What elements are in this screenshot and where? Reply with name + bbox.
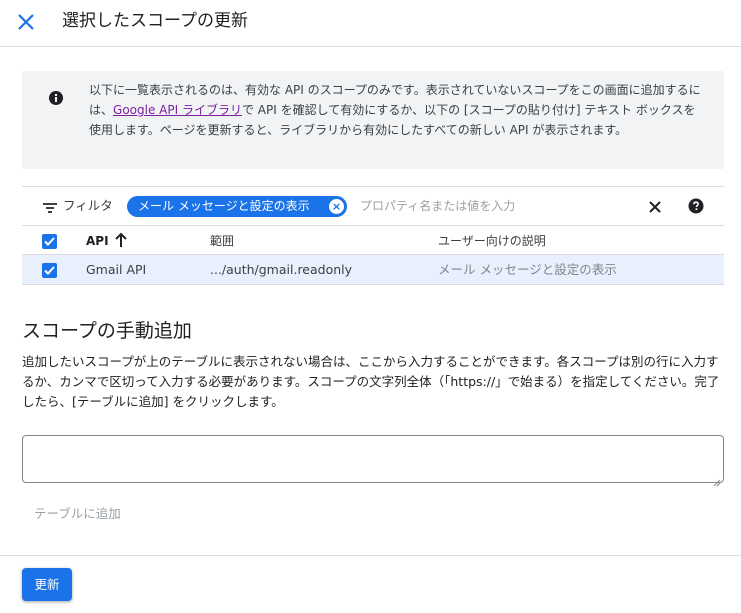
column-header-description: ユーザー向けの説明	[438, 234, 546, 248]
api-library-link[interactable]: Google API ライブラリ	[113, 103, 242, 117]
row-scope: .../auth/gmail.readonly	[210, 262, 353, 277]
resize-handle-icon[interactable]	[713, 472, 721, 487]
manual-section-title: スコープの手動追加	[22, 320, 192, 342]
scope-textarea[interactable]	[22, 435, 724, 483]
update-button[interactable]: 更新	[22, 568, 72, 601]
filter-chip[interactable]: メール メッセージと設定の表示 ×	[127, 196, 347, 217]
filter-bar: フィルタ メール メッセージと設定の表示 ×	[22, 186, 724, 226]
add-to-table-button[interactable]: テーブルに追加	[22, 500, 134, 528]
table-header: API 範囲 ユーザー向けの説明	[22, 226, 724, 255]
close-icon[interactable]	[14, 10, 38, 34]
info-icon	[49, 90, 63, 105]
select-all-checkbox[interactable]	[42, 234, 57, 249]
filter-label: フィルタ	[63, 198, 113, 213]
filter-icon[interactable]	[42, 200, 58, 214]
info-banner: 以下に一覧表示されるのは、有効な API のスコープのみです。表示されていないス…	[22, 71, 724, 169]
dialog-footer: 更新	[0, 555, 741, 613]
filter-chip-label: メール メッセージと設定の表示	[138, 199, 310, 213]
row-checkbox[interactable]	[42, 263, 57, 278]
dialog-title: 選択したスコープの更新	[62, 11, 248, 31]
table-row[interactable]: Gmail API .../auth/gmail.readonly メール メッ…	[22, 255, 724, 285]
clear-filter-icon[interactable]	[645, 197, 665, 217]
manual-section-description: 追加したいスコープが上のテーブルに表示されない場合は、ここから入力することができ…	[22, 354, 720, 409]
dialog-header: 選択したスコープの更新	[0, 0, 741, 47]
filter-input[interactable]	[360, 196, 640, 216]
chip-remove-icon[interactable]: ×	[329, 199, 344, 214]
help-icon[interactable]	[688, 198, 704, 214]
sort-arrow-up-icon[interactable]	[114, 232, 128, 248]
column-header-api[interactable]: API	[86, 233, 109, 249]
row-description: メール メッセージと設定の表示	[438, 262, 617, 277]
row-api: Gmail API	[86, 262, 147, 277]
column-header-scope: 範囲	[210, 234, 235, 248]
info-text: 以下に一覧表示されるのは、有効な API のスコープのみです。表示されていないス…	[89, 80, 705, 140]
